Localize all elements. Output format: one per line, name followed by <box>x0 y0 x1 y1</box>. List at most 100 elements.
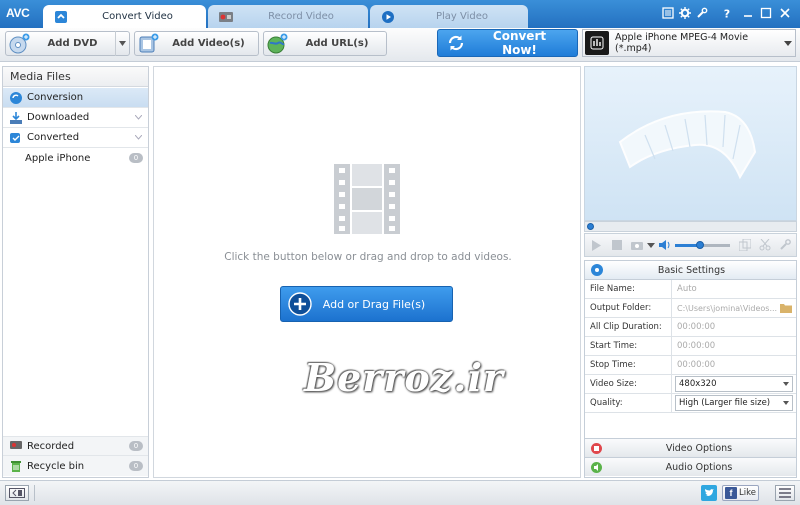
record-icon <box>218 9 234 25</box>
panel-title: Media Files <box>3 67 148 87</box>
start-time-field[interactable]: 00:00:00 <box>672 341 796 351</box>
sidebar-item-recycle-bin[interactable]: Recycle bin 0 <box>3 456 148 476</box>
output-folder-row: Output Folder: C:\Users\jomina\Videos... <box>585 299 796 318</box>
quality-select[interactable]: High (Larger file size) <box>675 395 793 411</box>
chevron-down-icon <box>781 40 795 46</box>
audio-options-header[interactable]: Audio Options <box>585 457 796 476</box>
tools-icon[interactable] <box>695 6 709 20</box>
sidebar-item-label: Conversion <box>27 92 84 103</box>
tab-label: Record Video <box>268 11 334 22</box>
drop-area[interactable]: Click the button below or drag and drop … <box>153 66 581 478</box>
recycle-bin-icon <box>10 460 22 472</box>
setting-label: Start Time: <box>585 337 672 355</box>
tab-play-video[interactable]: Play Video <box>370 5 528 28</box>
volume-icon[interactable] <box>659 239 672 251</box>
tab-convert-video[interactable]: Convert Video <box>43 5 206 28</box>
recorded-icon <box>10 440 22 452</box>
convert-now-label: Convert Now! <box>492 29 547 57</box>
facebook-icon: f <box>725 487 737 499</box>
add-videos-label: Add Video(s) <box>172 38 245 49</box>
count-badge: 0 <box>129 441 143 451</box>
sidebar-item-label: Converted <box>27 132 80 143</box>
play-icon[interactable] <box>591 240 601 251</box>
file-name-field[interactable]: Auto <box>672 284 796 294</box>
video-options-header[interactable]: Video Options <box>585 438 796 457</box>
quality-row: Quality: High (Larger file size) <box>585 394 796 413</box>
output-folder-field[interactable]: C:\Users\jomina\Videos... <box>672 304 780 313</box>
list-view-icon[interactable] <box>775 485 795 501</box>
convert-icon <box>53 9 69 25</box>
audio-options-icon <box>591 461 602 473</box>
sidebar-item-conversion[interactable]: Conversion <box>3 88 148 108</box>
facebook-like-button[interactable]: f Like <box>722 485 759 501</box>
add-urls-button[interactable]: Add URL(s) <box>263 31 387 56</box>
audio-options-label: Audio Options <box>665 461 733 473</box>
count-badge: 0 <box>129 153 143 163</box>
setting-label: Output Folder: <box>585 299 672 317</box>
quality-value: High (Larger file size) <box>679 398 771 408</box>
drop-hint: Click the button below or drag and drop … <box>224 251 512 263</box>
file-name-row: File Name: Auto <box>585 280 796 299</box>
help-icon[interactable]: ? <box>720 6 734 20</box>
add-videos-button[interactable]: Add Video(s) <box>134 31 259 56</box>
duration-value: 00:00:00 <box>677 322 716 332</box>
maximize-icon[interactable] <box>759 6 773 20</box>
convert-now-button[interactable]: Convert Now! <box>437 29 578 57</box>
sidebar-item-apple-iphone[interactable]: Apple iPhone 0 <box>3 148 148 168</box>
add-dvd-button[interactable]: Add DVD <box>5 31 130 56</box>
sidebar-item-label: Downloaded <box>27 112 90 123</box>
sidebar-item-downloaded[interactable]: Downloaded <box>3 108 148 128</box>
chevron-down-icon <box>783 382 789 386</box>
playback-controls <box>584 233 797 257</box>
dvd-icon <box>8 33 30 55</box>
copy-icon[interactable] <box>739 239 751 251</box>
refresh-icon <box>446 33 466 53</box>
basic-settings-title: Basic Settings <box>657 264 726 276</box>
count-badge: 0 <box>129 461 143 471</box>
chevron-down-icon[interactable] <box>647 243 655 248</box>
volume-handle[interactable] <box>695 241 704 249</box>
setting-label: File Name: <box>585 280 672 298</box>
media-files-panel: Media Files Conversion Downloaded Conver… <box>2 66 149 478</box>
seek-bar[interactable] <box>584 221 797 232</box>
stop-icon[interactable] <box>612 240 622 250</box>
seek-handle[interactable] <box>587 223 594 230</box>
title-bar: AVC Convert Video Record Video Play Vide… <box>0 0 800 28</box>
toggle-panel-icon[interactable] <box>5 485 29 501</box>
app-logo: AVC <box>6 6 30 20</box>
add-or-drag-files-button[interactable]: Add or Drag File(s) <box>280 286 453 322</box>
settings-gear-icon <box>591 264 603 276</box>
start-time-row: Start Time: 00:00:00 <box>585 337 796 356</box>
chevron-down-icon[interactable] <box>135 115 142 120</box>
tab-label: Play Video <box>435 11 489 22</box>
stop-time-field[interactable]: 00:00:00 <box>672 360 796 370</box>
settings-panel: Basic Settings File Name: Auto Output Fo… <box>584 260 797 478</box>
sidebar-item-label: Apple iPhone <box>25 152 91 164</box>
wrench-icon[interactable] <box>779 239 791 251</box>
video-options-label: Video Options <box>665 442 733 454</box>
sidebar-item-converted[interactable]: Converted <box>3 128 148 148</box>
status-bar: f Like <box>0 480 800 505</box>
tab-record-video[interactable]: Record Video <box>208 5 368 28</box>
minimize-icon[interactable] <box>741 6 755 20</box>
film-reel-graphic <box>618 110 757 180</box>
globe-add-icon <box>266 33 288 55</box>
folder-icon[interactable] <box>780 303 792 313</box>
scissors-icon[interactable] <box>759 239 771 251</box>
volume-slider[interactable] <box>675 241 730 249</box>
basic-settings-header[interactable]: Basic Settings <box>585 261 796 280</box>
screenshot-icon[interactable] <box>631 240 643 250</box>
video-size-select[interactable]: 480x320 <box>675 376 793 392</box>
output-profile-select[interactable]: Apple iPhone MPEG-4 Movie (*.mp4) <box>582 29 796 57</box>
settings-icon[interactable] <box>661 6 675 20</box>
twitter-icon[interactable] <box>701 485 717 501</box>
sidebar-item-label: Recorded <box>27 440 75 452</box>
gear-icon[interactable] <box>678 6 692 20</box>
close-icon[interactable] <box>778 6 792 20</box>
sidebar-item-recorded[interactable]: Recorded 0 <box>3 436 148 456</box>
tab-label: Convert Video <box>102 11 173 22</box>
chevron-down-icon[interactable] <box>115 31 129 56</box>
chevron-down-icon[interactable] <box>135 135 142 140</box>
film-add-icon <box>137 33 159 55</box>
divider <box>34 485 35 501</box>
